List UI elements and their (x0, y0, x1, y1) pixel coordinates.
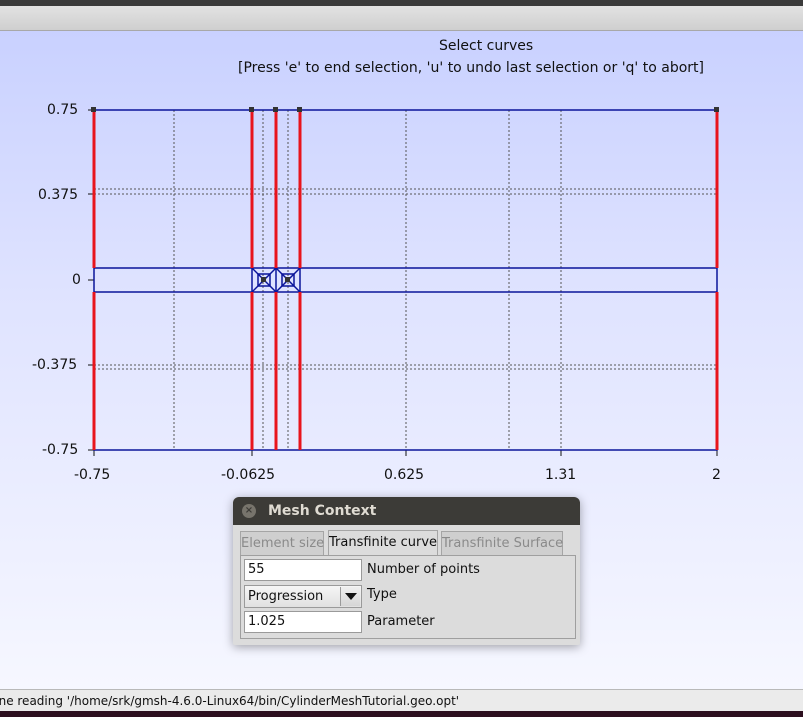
chevron-down-icon[interactable] (340, 587, 360, 606)
parameter-input[interactable]: 1.025 (244, 611, 362, 633)
type-select[interactable]: Progression (244, 585, 362, 608)
menu-bar (0, 6, 803, 31)
dialog-title: Mesh Context (268, 503, 377, 519)
type-value: Progression (248, 589, 324, 604)
tab-transfinite-curve[interactable]: Transfinite curve (328, 530, 438, 556)
axis-ticks (88, 109, 718, 456)
type-label: Type (367, 587, 397, 602)
geometry-points (91, 107, 719, 282)
parameter-label: Parameter (367, 614, 435, 629)
tab-transfinite-surface[interactable]: Transfinite Surface (441, 531, 563, 555)
mesh-context-dialog: × Mesh Context Element size Transfinite … (233, 497, 580, 645)
window-bottom-edge (0, 711, 803, 717)
status-message: Done reading '/home/srk/gmsh-4.6.0-Linux… (0, 694, 460, 708)
tab-element-size[interactable]: Element size (240, 531, 324, 555)
transfinite-curve-panel: 55 Number of points Progression Type 1.0… (240, 555, 576, 639)
grid-lines (94, 110, 717, 450)
status-bar: Done reading '/home/srk/gmsh-4.6.0-Linux… (0, 689, 803, 712)
number-of-points-label: Number of points (367, 562, 480, 577)
dialog-title-bar[interactable]: × Mesh Context (233, 497, 580, 525)
close-icon[interactable]: × (242, 504, 256, 518)
number-of-points-input[interactable]: 55 (244, 559, 362, 581)
